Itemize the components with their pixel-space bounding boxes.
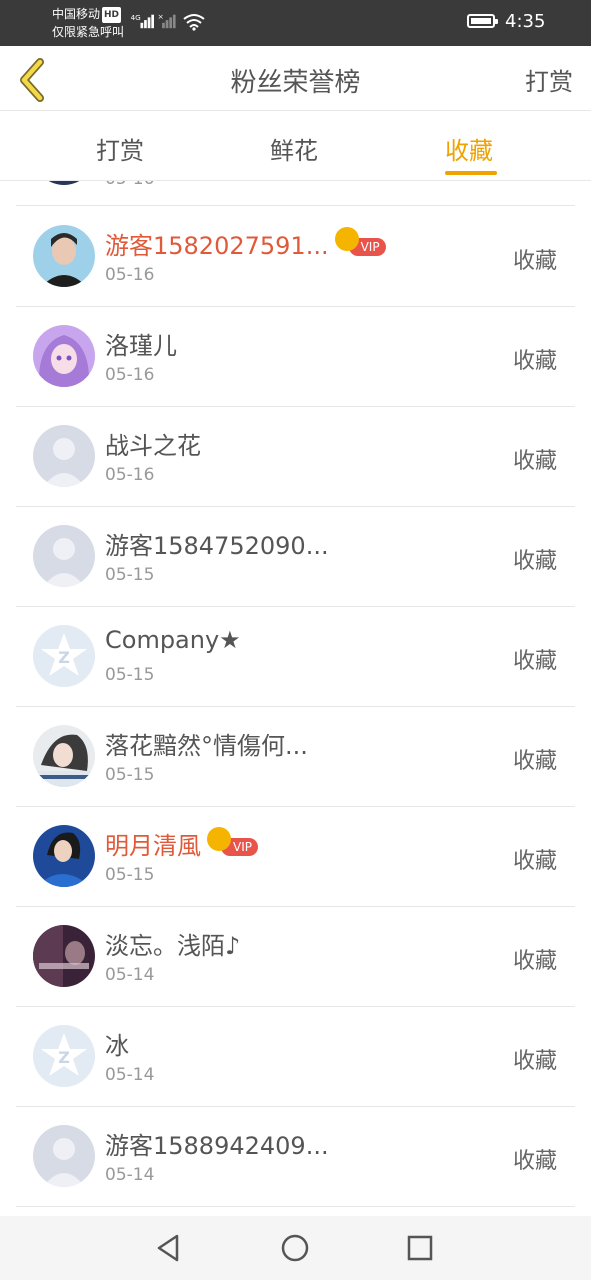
status-bar: 中国移动 HD 仅限紧急呼叫 4G × 4:35	[0, 0, 591, 46]
list-item[interactable]: 05-16	[16, 181, 575, 206]
item-date: 05-14	[105, 1165, 155, 1185]
default-user-icon	[33, 1125, 95, 1187]
vip-badge: VIP	[334, 227, 386, 256]
reward-button[interactable]: 打赏	[525, 62, 573, 97]
emergency-label: 仅限紧急呼叫	[52, 25, 125, 39]
default-user-icon	[33, 425, 95, 487]
item-date: 05-16	[105, 365, 155, 385]
item-action: 收藏	[512, 549, 557, 574]
square-recents-icon	[407, 1235, 433, 1261]
list-item[interactable]: Z Company★ 05-15 收藏	[16, 606, 575, 707]
tab-favorites[interactable]: 收藏	[445, 131, 493, 166]
item-date: 05-16	[105, 465, 155, 485]
fan-list[interactable]: 05-16 游客1582027591...VIP 05-16 收藏 洛瑾儿 05…	[0, 181, 591, 1216]
item-date: 05-14	[105, 965, 155, 985]
list-item[interactable]: 游客1584752090... 05-15 收藏	[16, 506, 575, 607]
list-item[interactable]: 战斗之花 05-16 收藏	[16, 406, 575, 507]
carrier-label: 中国移动 HD	[52, 6, 122, 23]
active-tab-indicator	[445, 171, 497, 175]
item-action: 收藏	[512, 249, 557, 274]
item-date: 05-14	[105, 1065, 155, 1085]
nav-home-button[interactable]	[279, 1232, 311, 1264]
item-date: 05-15	[105, 665, 155, 685]
item-name: 游客1584752090...	[105, 532, 329, 560]
title-bar: 粉丝荣誉榜 打赏	[0, 46, 591, 111]
photo-swordsman-icon	[33, 825, 95, 887]
list-item[interactable]: Z 冰 05-14 收藏	[16, 1006, 575, 1107]
svg-text:Z: Z	[58, 1048, 70, 1067]
item-date: 05-16	[105, 265, 155, 285]
item-date: 05-15	[105, 865, 155, 885]
item-action: 收藏	[512, 449, 557, 474]
item-name: 淡忘。浅陌♪	[105, 932, 241, 960]
page-title: 粉丝荣誉榜	[230, 68, 361, 98]
item-name-text: 游客1582027591...	[105, 232, 329, 260]
hd-badge: HD	[102, 7, 122, 23]
tab-reward[interactable]: 打赏	[96, 131, 144, 166]
system-nav-bar	[0, 1216, 591, 1280]
list-item[interactable]: 洛瑾儿 05-16 收藏	[16, 306, 575, 407]
clock: 4:35	[505, 11, 546, 32]
item-name: 落花黯然°情傷何...	[105, 732, 308, 760]
wifi-icon	[183, 14, 205, 31]
circle-home-icon	[281, 1234, 309, 1262]
item-action: 收藏	[512, 1049, 557, 1074]
qzone-star-icon: Z	[33, 1025, 95, 1087]
item-action: 收藏	[512, 349, 557, 374]
list-item[interactable]: 落花黯然°情傷何... 05-15 收藏	[16, 706, 575, 807]
item-name-text: 明月清風	[105, 832, 201, 860]
item-date: 05-15	[105, 765, 155, 785]
item-action: 收藏	[512, 649, 557, 674]
item-action: 收藏	[512, 1149, 557, 1174]
avatar	[33, 181, 95, 185]
svg-text:4G: 4G	[131, 13, 141, 22]
signal-icon: 4G ×	[131, 12, 176, 29]
svg-text:×: ×	[158, 12, 164, 21]
item-name: 战斗之花	[105, 432, 201, 460]
item-action: 收藏	[512, 749, 557, 774]
battery-icon	[467, 14, 498, 28]
item-name: Company★	[105, 626, 241, 654]
anime-girl-icon	[33, 325, 95, 387]
item-name: 明月清風 VIP	[105, 826, 258, 861]
item-name: 游客1582027591... VIP	[105, 226, 386, 261]
item-name: 冰	[105, 1032, 129, 1060]
photo-dark-icon	[33, 925, 95, 987]
svg-text:Z: Z	[58, 648, 70, 667]
default-user-icon	[33, 525, 95, 587]
item-action: 收藏	[512, 949, 557, 974]
crown-icon	[334, 227, 359, 251]
triangle-back-icon	[157, 1234, 179, 1262]
vip-badge: VIP	[207, 827, 258, 856]
list-item[interactable]: 游客1582027591... VIP 05-16 收藏	[16, 206, 575, 307]
nav-back-button[interactable]	[153, 1232, 185, 1264]
list-item[interactable]: 游客1588942409... 05-14 收藏	[16, 1106, 575, 1207]
list-item[interactable]: 明月清風 VIP 05-15 收藏	[16, 806, 575, 907]
item-date: 05-15	[105, 565, 155, 585]
photo-girl-icon	[33, 725, 95, 787]
photo-man-icon	[33, 225, 95, 287]
item-action: 收藏	[512, 849, 557, 874]
nav-recents-button[interactable]	[404, 1232, 436, 1264]
qzone-star-icon: Z	[33, 625, 95, 687]
carrier-name: 中国移动	[52, 7, 101, 21]
tab-bar: 打赏 鲜花 收藏	[0, 111, 591, 181]
crown-icon	[207, 827, 231, 851]
list-item[interactable]: 淡忘。浅陌♪ 05-14 收藏	[16, 906, 575, 1007]
tab-flowers[interactable]: 鲜花	[270, 131, 318, 166]
item-name: 洛瑾儿	[105, 332, 177, 360]
item-name: 游客1588942409...	[105, 1132, 329, 1160]
item-date: 05-16	[105, 181, 154, 189]
